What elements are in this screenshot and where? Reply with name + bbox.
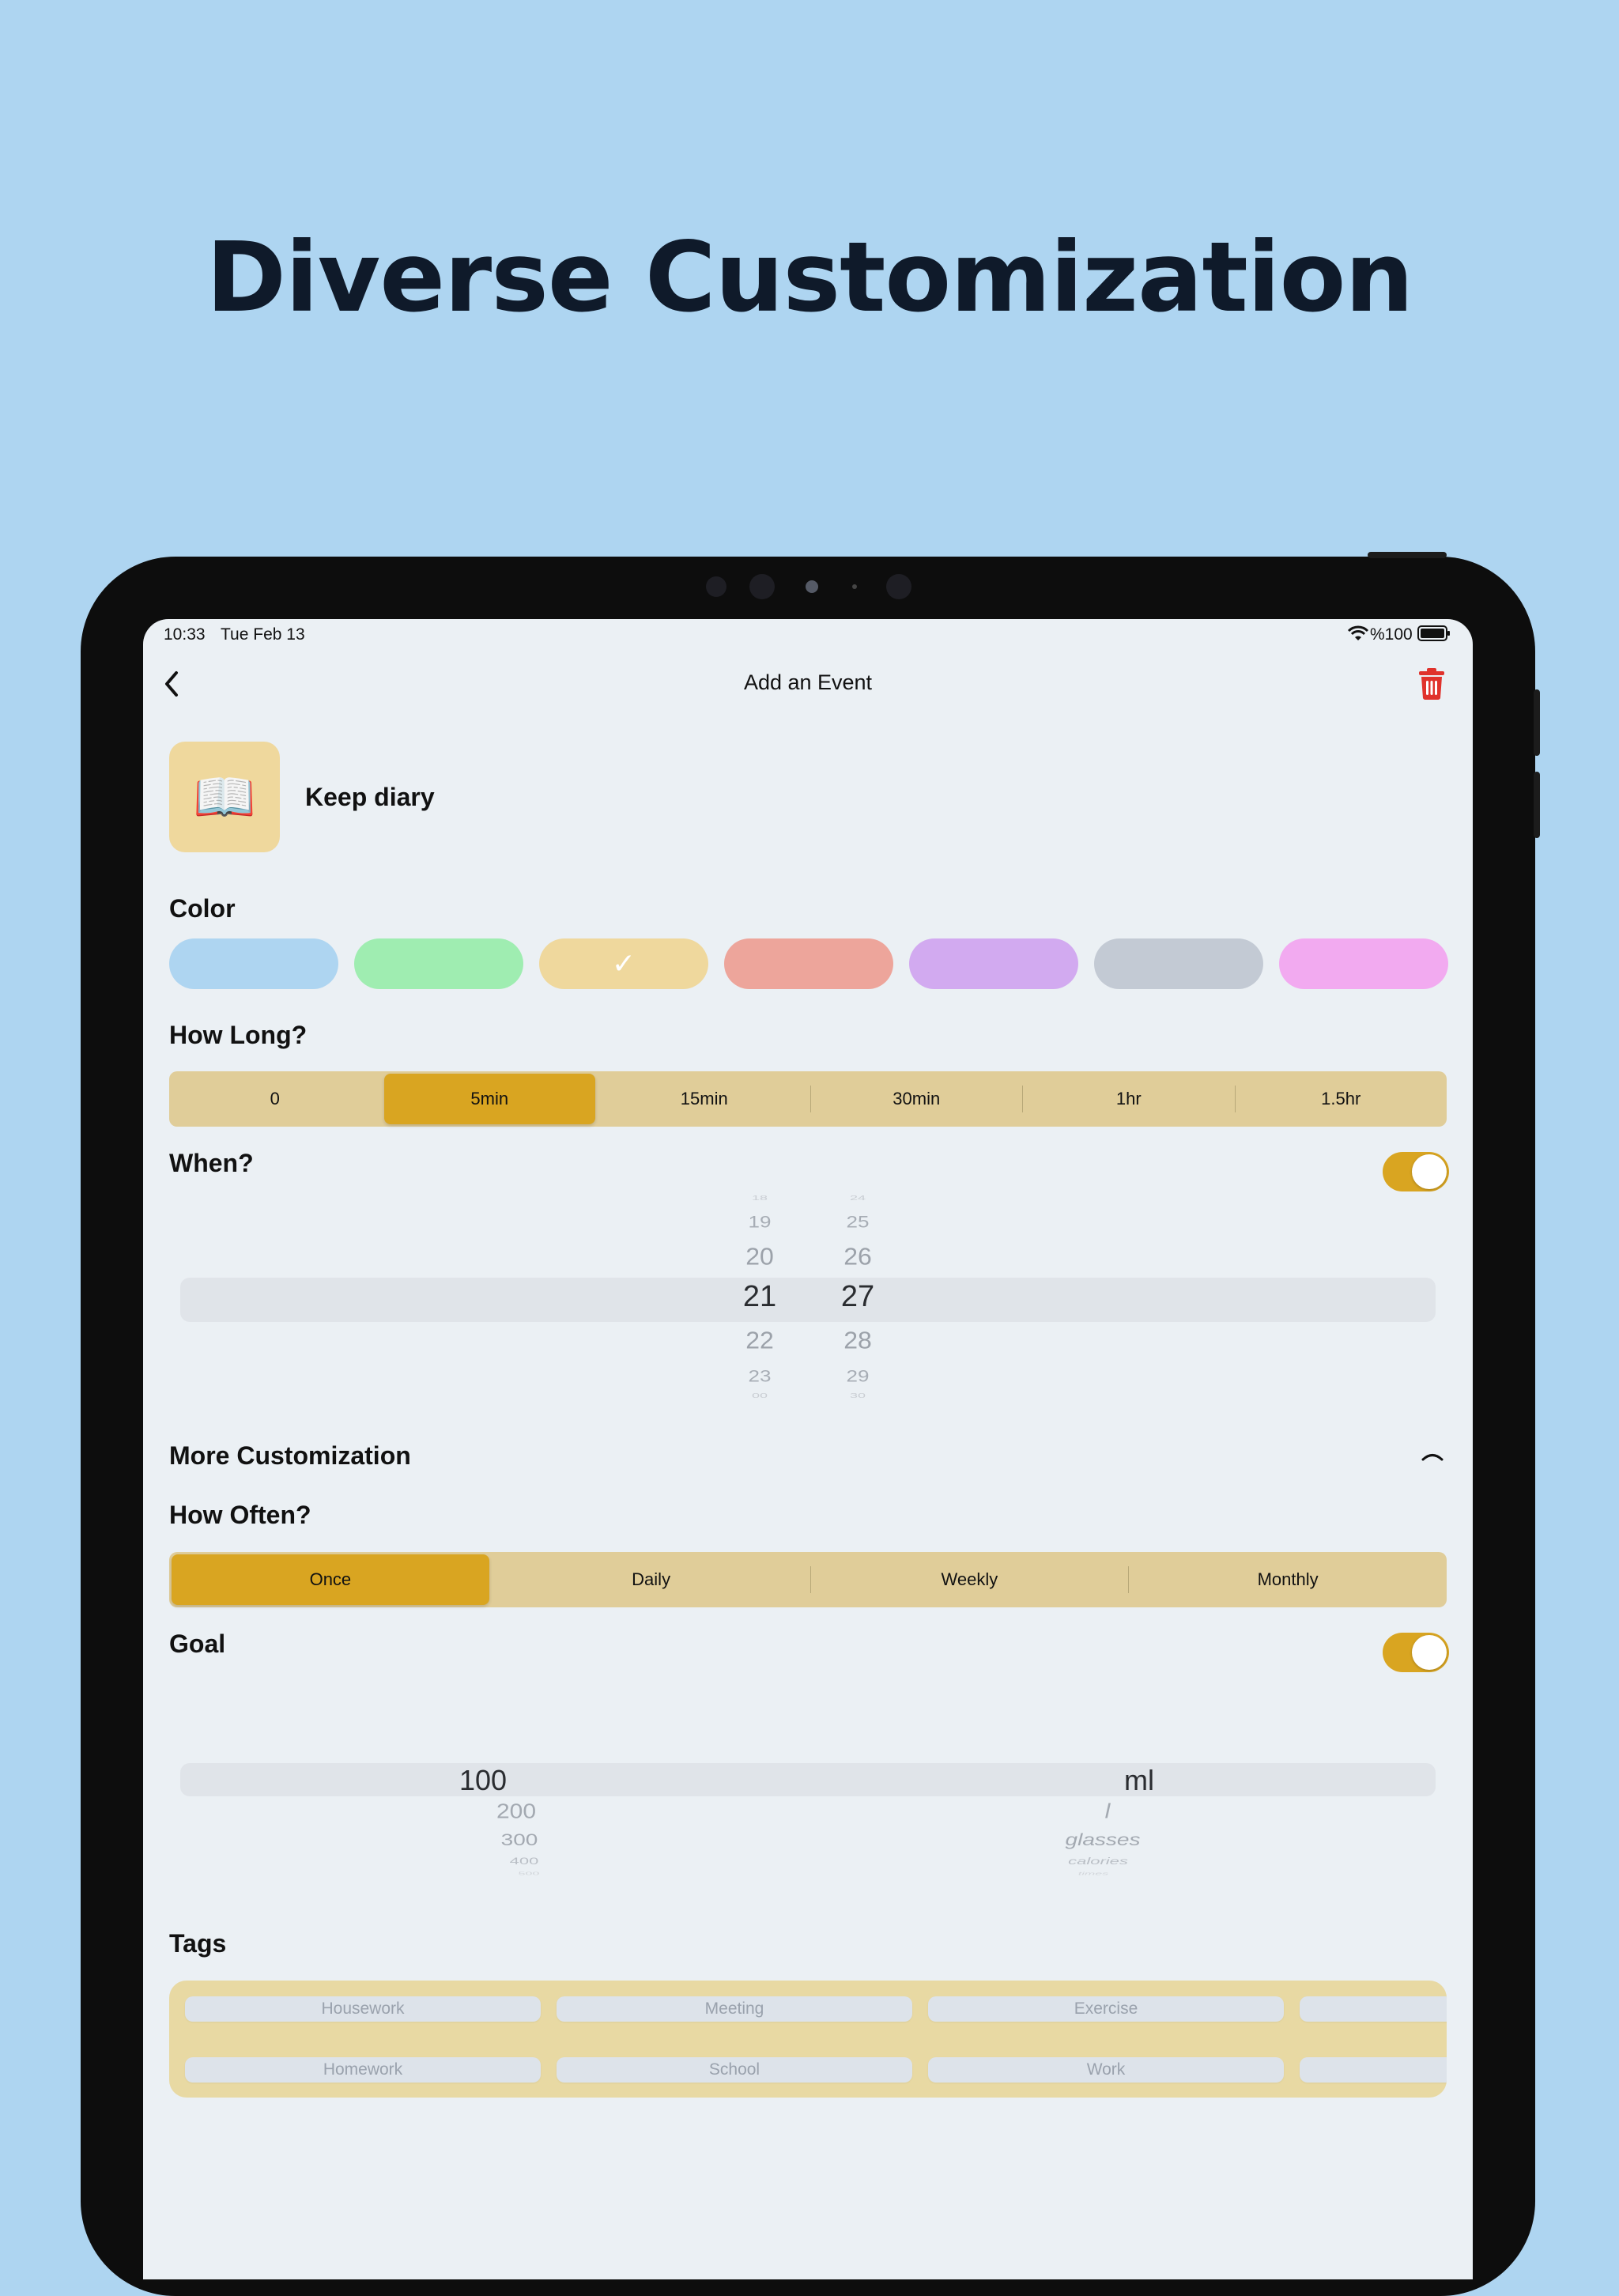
trash-icon <box>1419 668 1444 700</box>
frequency-option[interactable]: Weekly <box>811 1552 1129 1607</box>
duration-option[interactable]: 1.5hr <box>1236 1071 1447 1127</box>
collapse-button[interactable] <box>1419 1448 1446 1465</box>
tag-chip[interactable]: School <box>557 2057 912 2083</box>
color-swatch[interactable] <box>724 938 893 989</box>
sensor-dot <box>706 576 726 597</box>
minute-wheel-value: 30 <box>849 1392 866 1399</box>
when-title: When? <box>169 1149 254 1177</box>
color-swatch[interactable] <box>1094 938 1263 989</box>
hour-wheel-value: 18 <box>751 1194 768 1202</box>
tag-chip[interactable]: F <box>1300 2057 1447 2083</box>
duration-option[interactable]: 15min <box>598 1071 810 1127</box>
time-picker-selection <box>180 1278 1436 1322</box>
frequency-option[interactable]: Monthly <box>1129 1552 1447 1607</box>
frequency-option[interactable]: Once <box>172 1554 489 1605</box>
frequency-option[interactable]: Daily <box>492 1552 810 1607</box>
segment-divider <box>381 1086 382 1112</box>
color-swatch[interactable] <box>169 938 338 989</box>
duration-segmented-control: 0 5min 15min 30min 1hr 1.5hr <box>169 1071 1447 1127</box>
goal-unit-value: glasses <box>1065 1830 1141 1849</box>
hour-wheel-value: 21 <box>742 1280 777 1313</box>
sensor-dot <box>852 584 857 589</box>
color-swatch[interactable] <box>909 938 1078 989</box>
hour-wheel-value: 20 <box>745 1242 774 1271</box>
frequency-segmented-control: Once Daily Weekly Monthly <box>169 1552 1447 1607</box>
tag-chip[interactable]: Work <box>928 2057 1284 2083</box>
sensor-dot <box>886 574 911 599</box>
battery-percent: %100 <box>1370 625 1413 644</box>
volume-up-button <box>1534 689 1540 756</box>
color-swatch[interactable] <box>1279 938 1448 989</box>
more-customization-title[interactable]: More Customization <box>169 1441 411 1471</box>
hour-wheel-value: 23 <box>748 1366 772 1386</box>
minute-wheel-value: 25 <box>846 1212 870 1232</box>
goal-unit-value: times <box>1077 1871 1109 1876</box>
status-time: 10:33 <box>164 625 206 644</box>
hour-wheel-value: 22 <box>745 1326 774 1354</box>
event-icon-button[interactable]: 📖 <box>169 742 280 852</box>
tag-chip[interactable]: Exercise <box>928 1996 1284 2022</box>
volume-down-button <box>1534 772 1540 838</box>
tag-chip[interactable]: Homework <box>185 2057 541 2083</box>
color-swatch[interactable]: ✓ <box>539 938 708 989</box>
color-swatch[interactable] <box>354 938 523 989</box>
camera-icon <box>806 580 818 593</box>
minute-wheel-value: 29 <box>846 1366 870 1386</box>
goal-amount-value: 400 <box>509 1855 539 1867</box>
open-book-icon: 📖 <box>193 768 256 825</box>
checkmark-icon: ✓ <box>611 947 636 980</box>
wifi-icon <box>1346 624 1370 643</box>
goal-amount-value: 100 <box>459 1764 508 1796</box>
minute-wheel-value: 27 <box>840 1280 875 1313</box>
goal-picker-selection <box>180 1763 1436 1796</box>
headline: Diverse Customization <box>206 221 1414 334</box>
battery-icon <box>1417 625 1451 641</box>
sensor-dot <box>749 574 775 599</box>
goal-amount-value: 200 <box>496 1800 537 1823</box>
how-often-title: How Often? <box>169 1501 311 1529</box>
event-name[interactable]: Keep diary <box>305 783 435 812</box>
minute-wheel-value: 26 <box>843 1242 872 1271</box>
toggle-knob <box>1412 1154 1447 1189</box>
tags-title: Tags <box>169 1929 227 1958</box>
goal-title: Goal <box>169 1629 226 1658</box>
duration-option[interactable]: 0 <box>169 1071 381 1127</box>
tag-chip[interactable]: Housework <box>185 1996 541 2022</box>
app-screen: 10:33 Tue Feb 13 %100 Add an Event 📖 Kee… <box>143 619 1473 2279</box>
goal-amount-value: 500 <box>518 1871 540 1876</box>
duration-option[interactable]: 30min <box>811 1071 1023 1127</box>
goal-unit-value: ml <box>1124 1764 1154 1796</box>
minute-wheel-value: 24 <box>849 1194 866 1202</box>
goal-amount-value: 300 <box>500 1830 538 1849</box>
when-toggle[interactable] <box>1383 1152 1449 1191</box>
page-title: Add an Event <box>743 670 873 694</box>
duration-option[interactable]: 1hr <box>1023 1071 1235 1127</box>
color-section-title: Color <box>169 894 236 923</box>
toggle-knob <box>1412 1635 1447 1670</box>
tags-container: Housework Meeting Exercise Homework School Wo… <box>169 1981 1447 2098</box>
how-long-title: How Long? <box>169 1021 308 1049</box>
delete-button[interactable] <box>1416 667 1447 701</box>
hour-wheel-value: 19 <box>748 1212 772 1232</box>
goal-unit-value: l <box>1104 1800 1111 1823</box>
status-date: Tue Feb 13 <box>221 625 305 644</box>
chevron-up-icon <box>1421 1454 1444 1461</box>
power-button <box>1368 552 1447 558</box>
duration-option[interactable]: 5min <box>383 1074 595 1124</box>
goal-unit-value: calories <box>1068 1855 1128 1867</box>
tag-chip[interactable] <box>1300 1996 1447 2022</box>
minute-wheel-value: 28 <box>843 1326 872 1354</box>
hour-wheel-value: 00 <box>751 1392 768 1399</box>
goal-toggle[interactable] <box>1383 1633 1449 1672</box>
tag-chip[interactable]: Meeting <box>557 1996 912 2022</box>
